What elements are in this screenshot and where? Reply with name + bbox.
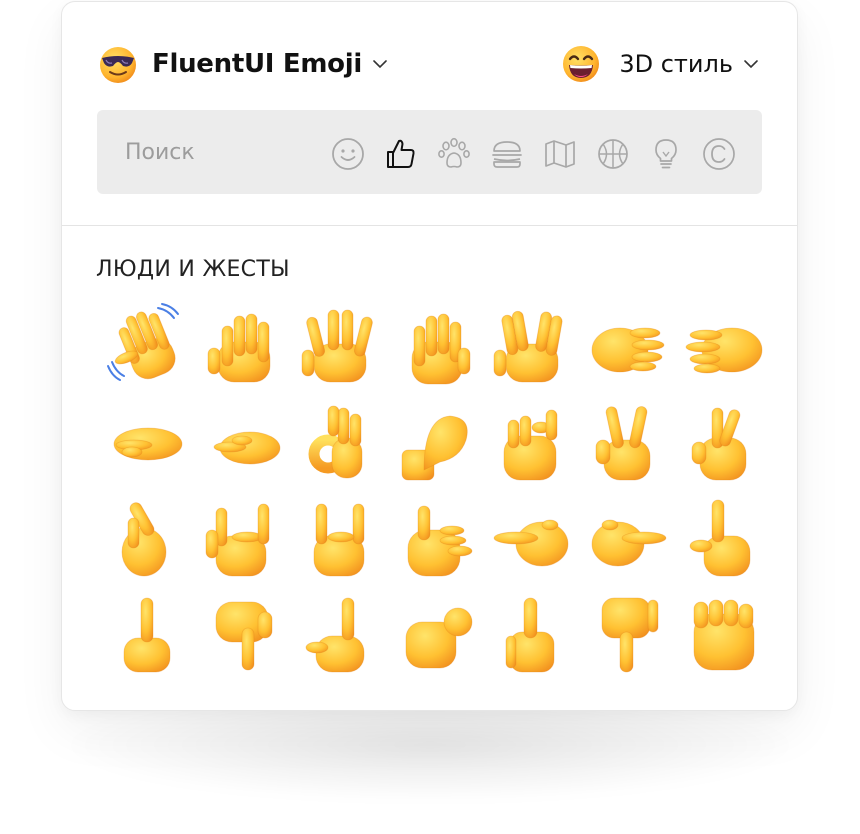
emoji-crossed-fingers[interactable] bbox=[676, 394, 772, 490]
waving-hand-icon bbox=[107, 303, 179, 381]
category-tabs bbox=[329, 135, 737, 172]
grinning-face-with-smiling-eyes-icon bbox=[563, 46, 600, 82]
map-icon bbox=[544, 139, 575, 168]
backhand-index-pointing-up-icon bbox=[689, 499, 751, 577]
emoji-backhand-index-pointing-right[interactable] bbox=[580, 490, 676, 586]
burger-icon bbox=[491, 140, 522, 168]
emoji-thumbs-up[interactable] bbox=[484, 586, 580, 682]
palm-up-hand-icon bbox=[213, 431, 281, 465]
search-bar bbox=[97, 110, 762, 194]
emoji-sign-of-the-horns[interactable] bbox=[292, 490, 388, 586]
crossed-fingers-icon bbox=[691, 407, 747, 481]
search-input[interactable] bbox=[125, 139, 305, 165]
emoji-vulcan-salute[interactable] bbox=[484, 298, 580, 394]
index-pointing-up-icon bbox=[305, 597, 365, 673]
backhand-index-pointing-left-icon bbox=[493, 519, 569, 567]
call-me-hand-icon bbox=[407, 505, 473, 577]
emoji-hand-with-index-finger-and-thumb-crossed[interactable] bbox=[100, 490, 196, 586]
leftwards-hand-icon bbox=[685, 327, 763, 374]
smiley-icon bbox=[331, 137, 364, 170]
emoji-raised-fist[interactable] bbox=[676, 586, 772, 682]
emoji-index-pointing-up[interactable] bbox=[292, 586, 388, 682]
emoji-picker-panel: FluentUI Emoji 3D стиль Поиск ЛЮДИ И ЖЕС… bbox=[61, 1, 798, 711]
hand-with-fingers-splayed-icon bbox=[301, 309, 373, 383]
ball-icon bbox=[597, 138, 628, 169]
rightwards-hand-icon bbox=[591, 327, 665, 373]
thumbs-up-icon bbox=[505, 597, 555, 673]
thumbs-down-icon bbox=[601, 597, 659, 673]
lightbulb-icon bbox=[654, 138, 677, 168]
paw-icon bbox=[437, 137, 470, 168]
tab-objects[interactable] bbox=[647, 135, 684, 172]
emoji-backhand-index-pointing-up[interactable] bbox=[676, 490, 772, 586]
emoji-victory-hand[interactable] bbox=[580, 394, 676, 490]
emoji-waving-hand[interactable] bbox=[100, 298, 196, 394]
emoji-ok-hand[interactable] bbox=[292, 394, 388, 490]
emoji-grid bbox=[100, 298, 772, 682]
emoji-pinching-hand[interactable] bbox=[484, 394, 580, 490]
header: FluentUI Emoji 3D стиль bbox=[96, 40, 759, 88]
emoji-hand-with-fingers-splayed[interactable] bbox=[292, 298, 388, 394]
divider bbox=[62, 225, 797, 226]
tab-travel[interactable] bbox=[541, 135, 578, 172]
palm-down-hand-icon bbox=[113, 427, 183, 461]
vulcan-salute-icon bbox=[493, 310, 563, 383]
copyright-icon bbox=[702, 137, 735, 170]
emoji-rightwards-hand[interactable] bbox=[580, 298, 676, 394]
library-label: FluentUI Emoji bbox=[152, 49, 362, 79]
tab-food[interactable] bbox=[488, 135, 525, 172]
raised-fist-icon bbox=[693, 599, 755, 671]
thumbs-up-icon bbox=[386, 139, 415, 168]
emoji-love-you-gesture[interactable] bbox=[196, 490, 292, 586]
emoji-middle-finger[interactable] bbox=[100, 586, 196, 682]
chevron-down-icon bbox=[373, 60, 387, 69]
emoji-palm-up-hand[interactable] bbox=[196, 394, 292, 490]
index-pointing-at-the-viewer-icon bbox=[405, 607, 473, 669]
backhand-index-pointing-right-icon bbox=[591, 519, 667, 567]
emoji-raised-hand[interactable] bbox=[388, 298, 484, 394]
style-selector[interactable]: 3D стиль bbox=[559, 42, 759, 86]
emoji-backhand-index-pointing-left[interactable] bbox=[484, 490, 580, 586]
stage: FluentUI Emoji 3D стиль Поиск ЛЮДИ И ЖЕС… bbox=[0, 0, 860, 834]
emoji-call-me-hand[interactable] bbox=[388, 490, 484, 586]
emoji-backhand-index-pointing-down[interactable] bbox=[196, 586, 292, 682]
tab-animals[interactable] bbox=[435, 135, 472, 172]
ok-hand-icon bbox=[308, 405, 363, 479]
tab-smileys[interactable] bbox=[329, 135, 366, 172]
emoji-thumbs-down[interactable] bbox=[580, 586, 676, 682]
emoji-raised-back-of-hand[interactable] bbox=[196, 298, 292, 394]
library-selector[interactable]: FluentUI Emoji bbox=[96, 42, 388, 86]
emoji-pinched-fingers[interactable] bbox=[388, 394, 484, 490]
tab-activities[interactable] bbox=[594, 135, 631, 172]
hand-with-index-finger-and-thumb-crossed-icon bbox=[121, 502, 167, 577]
chevron-down-icon bbox=[744, 60, 758, 69]
victory-hand-icon bbox=[595, 406, 651, 481]
pinching-hand-icon bbox=[503, 409, 558, 481]
emoji-palm-down-hand[interactable] bbox=[100, 394, 196, 490]
pinched-fingers-icon bbox=[401, 415, 468, 481]
sign-of-the-horns-icon bbox=[313, 503, 365, 577]
raised-back-of-hand-icon bbox=[207, 313, 271, 383]
smiling-face-with-sunglasses-icon bbox=[100, 47, 136, 83]
style-label: 3D стиль bbox=[619, 50, 733, 78]
section-title: ЛЮДИ И ЖЕСТЫ bbox=[96, 257, 290, 282]
love-you-gesture-icon bbox=[205, 503, 270, 577]
middle-finger-icon bbox=[123, 597, 171, 673]
emoji-index-pointing-at-the-viewer[interactable] bbox=[388, 586, 484, 682]
tab-people-gestures[interactable] bbox=[382, 135, 419, 172]
emoji-leftwards-hand[interactable] bbox=[676, 298, 772, 394]
backhand-index-pointing-down-icon bbox=[215, 601, 273, 671]
tab-symbols[interactable] bbox=[700, 135, 737, 172]
raised-hand-icon bbox=[411, 313, 471, 385]
